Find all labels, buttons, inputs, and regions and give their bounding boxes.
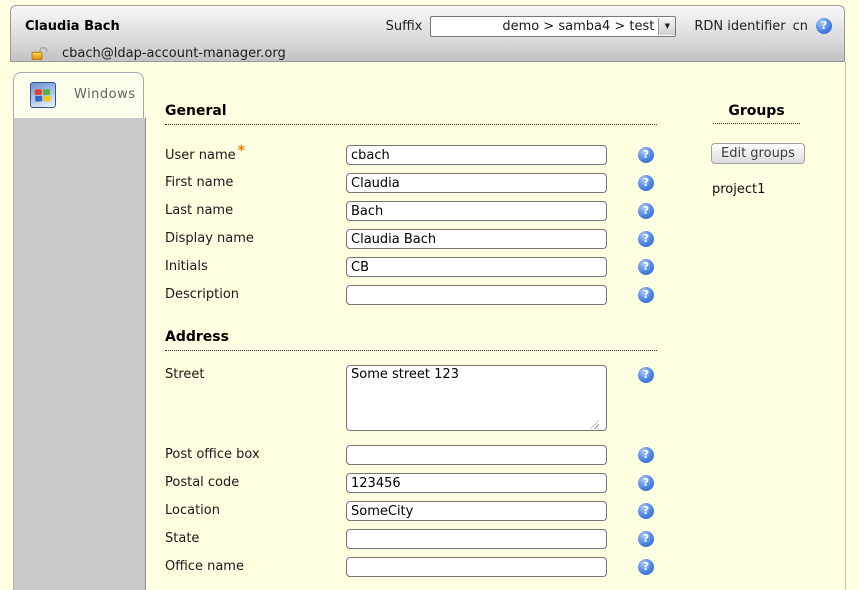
chevron-down-icon: ▼ — [665, 23, 670, 30]
help-icon[interactable]: ? — [638, 147, 654, 163]
panel-right-border — [845, 62, 846, 590]
firstname-input[interactable] — [346, 173, 607, 193]
pobox-input[interactable] — [346, 445, 607, 465]
street-textarea[interactable]: Some street 123 — [346, 365, 607, 431]
description-label: Description — [165, 287, 239, 303]
form-row-pobox: Post office box ? — [165, 445, 675, 467]
form-row-state: State ? — [165, 529, 675, 551]
form-row-lastname: Last name ? — [165, 201, 675, 223]
tab-strip-background — [13, 118, 146, 590]
pobox-label: Post office box — [165, 447, 260, 463]
unlock-icon — [31, 45, 49, 61]
help-icon[interactable]: ? — [638, 203, 654, 219]
tab-windows[interactable]: Windows — [13, 72, 144, 118]
rdn-identifier-label: RDN identifier — [694, 19, 785, 34]
postalcode-input[interactable] — [346, 473, 607, 493]
form-row-officename: Office name ? — [165, 557, 675, 579]
username-label-text: User name — [165, 148, 236, 163]
state-input[interactable] — [346, 529, 607, 549]
suffix-dropdown-button[interactable]: ▼ — [658, 18, 675, 35]
header-dn-row: cbach@ldap-account-manager.org — [31, 44, 286, 62]
username-input[interactable] — [346, 145, 607, 165]
help-icon[interactable]: ? — [638, 231, 654, 247]
username-label: User name* — [165, 147, 245, 164]
suffix-label: Suffix — [386, 19, 423, 34]
form-row-street: Street Some street 123 ? — [165, 365, 675, 435]
form-row-description: Description ? — [165, 285, 675, 307]
section-heading-groups: Groups — [713, 103, 800, 124]
form-row-firstname: First name ? — [165, 173, 675, 195]
displayname-label: Display name — [165, 231, 254, 247]
officename-label: Office name — [165, 559, 244, 575]
account-email: cbach@ldap-account-manager.org — [62, 46, 286, 61]
account-header: Claudia Bach Suffix demo > samba4 > test… — [10, 5, 845, 62]
account-title: Claudia Bach — [25, 19, 120, 34]
form-row-postalcode: Postal code ? — [165, 473, 675, 495]
rdn-identifier-value: cn — [793, 19, 808, 34]
tab-windows-label: Windows — [74, 87, 136, 102]
help-icon[interactable]: ? — [638, 259, 654, 275]
help-icon[interactable]: ? — [638, 367, 654, 383]
state-label: State — [165, 531, 199, 547]
help-icon[interactable]: ? — [816, 18, 832, 34]
description-input[interactable] — [346, 285, 607, 305]
form-row-location: Location ? — [165, 501, 675, 523]
initials-label: Initials — [165, 259, 208, 275]
required-marker: * — [238, 143, 245, 159]
firstname-label: First name — [165, 175, 233, 191]
help-icon[interactable]: ? — [638, 447, 654, 463]
lastname-input[interactable] — [346, 201, 607, 221]
help-icon[interactable]: ? — [638, 475, 654, 491]
windows-module-button[interactable] — [30, 82, 56, 108]
help-icon[interactable]: ? — [638, 559, 654, 575]
suffix-selected-value: demo > samba4 > test — [431, 19, 658, 34]
postalcode-label: Postal code — [165, 475, 239, 491]
header-top-row: Claudia Bach Suffix demo > samba4 > test… — [25, 15, 832, 37]
lastname-label: Last name — [165, 203, 233, 219]
windows-logo-icon — [34, 88, 52, 103]
edit-groups-button[interactable]: Edit groups — [711, 143, 805, 164]
displayname-input[interactable] — [346, 229, 607, 249]
form-row-displayname: Display name ? — [165, 229, 675, 251]
location-label: Location — [165, 503, 220, 519]
page: { "colors": { "page_background": "#FFFFE… — [0, 0, 859, 590]
help-icon[interactable]: ? — [638, 175, 654, 191]
help-icon[interactable]: ? — [638, 503, 654, 519]
officename-input[interactable] — [346, 557, 607, 577]
form-row-initials: Initials ? — [165, 257, 675, 279]
street-label: Street — [165, 367, 205, 383]
help-icon[interactable]: ? — [638, 287, 654, 303]
section-heading-general: General — [165, 103, 657, 125]
location-input[interactable] — [346, 501, 607, 521]
help-icon[interactable]: ? — [638, 531, 654, 547]
group-member-item: project1 — [712, 182, 765, 197]
section-heading-address: Address — [165, 329, 657, 351]
suffix-select[interactable]: demo > samba4 > test ▼ — [430, 16, 676, 37]
form-row-username: User name* ? — [165, 145, 675, 167]
initials-input[interactable] — [346, 257, 607, 277]
